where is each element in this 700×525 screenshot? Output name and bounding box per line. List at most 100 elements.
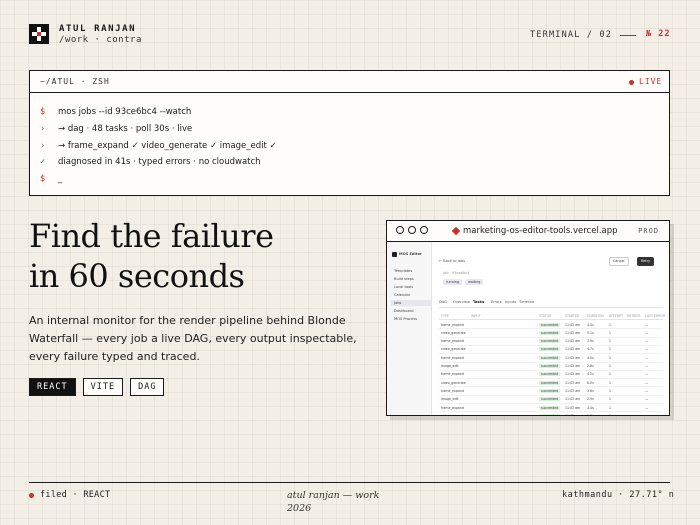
browser-preview[interactable]: marketing-os-editor-tools.vercel.app PRO… (386, 220, 670, 416)
table-cell: 4.2s (587, 372, 594, 377)
table-row[interactable]: frame_expand succeeded 11:02 am 4.2s 1 — (439, 371, 663, 380)
table-cell: 1 (609, 364, 612, 368)
terminal-line-prompt[interactable]: $ _ (40, 174, 62, 184)
status-dot-icon (29, 493, 34, 498)
table-cell: 2.8s (587, 364, 594, 368)
tab-overview[interactable]: Overview (453, 300, 470, 304)
table-cell: 5.3s (587, 414, 594, 415)
job-id-label: job · 93ce6bc4 (443, 271, 470, 275)
table-row[interactable]: video_generate succeeded 11:02 am 5.1s 1 — (439, 329, 663, 338)
sidebar-item[interactable]: MOS Process (394, 317, 417, 321)
cancel-button[interactable]: Cancel (609, 257, 629, 266)
last-error-cell: — (645, 322, 649, 327)
live-label: LIVE (639, 77, 663, 86)
table-row[interactable]: frame_expand succeeded 11:02 am 3.9s 1 — (439, 338, 663, 346)
table-row[interactable]: video_generate succeeded 11:02 am 5.3s 1 — (439, 412, 663, 415)
tab-errors[interactable]: Errors (491, 300, 502, 304)
sidebar-item[interactable]: Templates (394, 269, 412, 273)
check-icon: ✓ (40, 157, 46, 167)
table-header: TYPE INPUT STATUS STARTED DURATION ATTEM… (439, 312, 666, 321)
sidebar-item[interactable]: Local tools (394, 285, 413, 289)
logo-mark[interactable] (29, 24, 49, 44)
last-error-cell: — (645, 372, 649, 377)
tab-timeline[interactable]: Timeline (519, 300, 534, 304)
table-cell: 1 (609, 372, 612, 377)
status-badge: succeeded (539, 413, 561, 415)
table-row[interactable]: video_generate succeeded 11:02 am 6.0s 1 — (439, 379, 663, 388)
table-cell: 1 (609, 397, 612, 402)
sidebar-item[interactable]: Calendar (394, 293, 410, 297)
terminal-line-text: → frame_expand ✓ video_generate ✓ image_… (58, 141, 277, 151)
prompt-icon: $ (40, 107, 46, 117)
last-error-cell: — (645, 355, 649, 360)
sidebar-item[interactable]: Dashboard (394, 309, 414, 313)
last-error-cell: — (645, 380, 649, 385)
table-row[interactable]: video_generate succeeded 11:02 am 4.7s 1 — (439, 346, 663, 355)
column-header: LAST ERROR (645, 313, 666, 318)
table-cell: image_edit (441, 397, 459, 402)
tab-tasks[interactable]: Tasks (473, 300, 484, 304)
author-name: ATUL RANJAN (59, 24, 137, 34)
status-badge: succeeded (539, 322, 561, 327)
terminal-line-output: › → dag · 48 tasks · poll 30s · live (40, 124, 192, 134)
sidebar-item-jobs[interactable]: Jobs (391, 300, 431, 306)
browser-content: MOS Editor Templates Build steps Local t… (387, 242, 669, 415)
sidebar-item[interactable]: Build steps (394, 277, 414, 281)
terminal-cursor: _ (58, 174, 63, 184)
table-cell: 1 (609, 355, 612, 360)
live-indicator-dot (629, 80, 634, 85)
table-cell: 4.0s (587, 355, 594, 360)
status-badge: succeeded (539, 397, 561, 402)
tab-inputs[interactable]: Inputs (505, 300, 516, 304)
terminal-line-command: $ mos jobs --id 93ce6bc4 --watch (40, 107, 191, 117)
table-cell: 1 (609, 339, 612, 344)
tag-vite[interactable]: VITE (82, 378, 124, 396)
retry-button[interactable]: Retry (637, 257, 655, 266)
table-cell: 3.6s (587, 388, 594, 393)
terminal-window: ~/ATUL · ZSH LIVE $ mos jobs --id 93ce6bc… (29, 70, 670, 196)
footer-credit: atul ranjan — work 2026 (287, 489, 379, 515)
table-row[interactable]: frame_expand succeeded 11:02 am 4.0s 1 — (439, 354, 663, 363)
column-header: TYPE (441, 313, 449, 318)
table-cell: 11:02 am (565, 347, 581, 352)
tag-dag[interactable]: DAG (130, 378, 165, 396)
table-cell: 1 (609, 330, 612, 335)
terminal-line-success: ✓ diagnosed in 41s · typed errors · no cl… (40, 157, 261, 167)
filed-label: filed · REACT (40, 490, 111, 500)
environment-badge: PROD (638, 227, 659, 235)
table-cell: frame_expand (441, 372, 464, 377)
issue-number: № 22 (646, 29, 671, 39)
table-row[interactable]: frame_expand succeeded 11:02 am 3.6s 1 — (439, 387, 663, 396)
table-cell: 4.7s (587, 347, 594, 352)
chevron-right-icon: › (40, 141, 46, 151)
table-row[interactable]: frame_expand succeeded 11:02 am 4.3s 1 — (439, 321, 663, 330)
status-badge: succeeded (539, 405, 561, 410)
column-header: RETRIES (627, 313, 641, 318)
app-name: MOS Editor (399, 252, 422, 256)
last-error-cell: — (645, 347, 649, 352)
column-header: ATTEMPT (609, 313, 624, 318)
table-cell: 1 (609, 414, 611, 415)
header-divider (620, 35, 636, 36)
table-cell: frame_expand (441, 388, 464, 393)
hero-description: An internal monitor for the render pipel… (29, 314, 357, 363)
status-badge: succeeded (539, 372, 561, 377)
tab-dag[interactable]: DAG (439, 300, 447, 304)
column-header: DURATION (587, 313, 604, 318)
table-row[interactable]: image_edit succeeded 11:02 am 2.8s 1 — (439, 363, 663, 371)
tag-react[interactable]: REACT (29, 378, 76, 396)
terminal-line-text: → dag · 48 tasks · poll 30s · live (58, 124, 193, 134)
window-control-icon (396, 226, 404, 234)
hero-title: Find the failure in 60 seconds (29, 216, 274, 296)
back-link[interactable]: ← Back to jobs (439, 259, 465, 263)
last-error-cell: — (645, 405, 649, 410)
column-header: INPUT (471, 313, 481, 318)
status-badge: succeeded (539, 339, 561, 344)
terminal-title: ~/ATUL · ZSH (40, 77, 110, 86)
table-row[interactable]: frame_expand succeeded 11:02 am 4.4s 1 — (439, 404, 663, 413)
window-control-icon (408, 226, 416, 234)
chevron-right-icon: › (40, 124, 46, 134)
column-header: STATUS (539, 313, 551, 318)
table-row[interactable]: image_edit succeeded 11:02 am 2.5s 1 — (439, 396, 663, 405)
status-chip: running (443, 279, 463, 285)
